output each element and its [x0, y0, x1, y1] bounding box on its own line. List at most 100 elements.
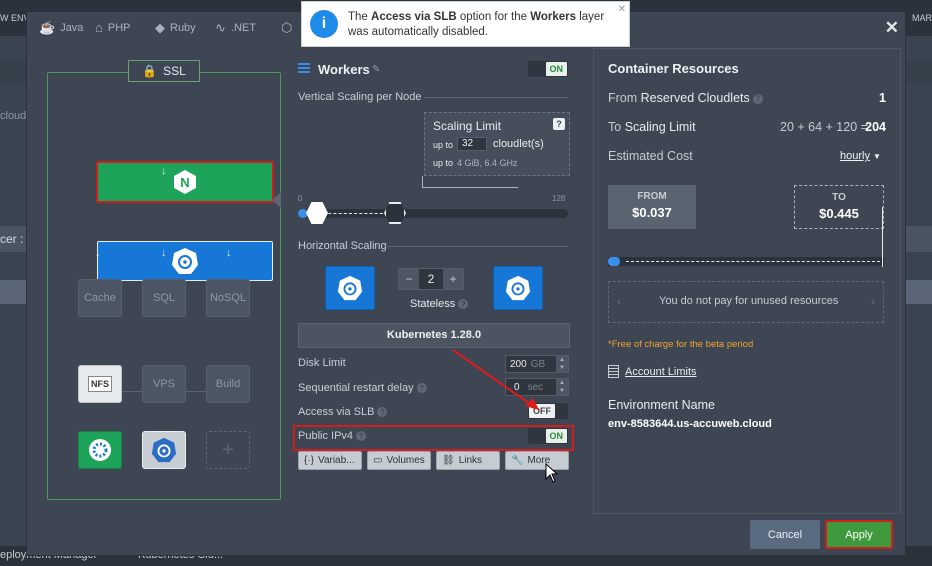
mouse-cursor-icon: [545, 463, 559, 483]
tab-ruby[interactable]: ◆ Ruby: [155, 20, 196, 36]
arrow-down-icon: ↓: [95, 247, 101, 259]
from-cost-box: FROM $0.037: [608, 185, 696, 229]
unused-resources-box: ‹ You do not pay for unused resources ›: [608, 281, 884, 323]
add-node-button[interactable]: +: [206, 431, 250, 469]
tab-nodejs[interactable]: ⬡: [281, 20, 292, 36]
tab-java[interactable]: ☕ Java: [39, 20, 83, 36]
kubernetes-workers-node[interactable]: [142, 431, 186, 469]
node-count-stepper: − 2 +: [398, 268, 464, 290]
container-resources-panel: Container Resources From Reserved Cloudl…: [593, 48, 901, 514]
to-formula: 20 + 64 + 120 =: [780, 120, 868, 134]
stepper-minus-button[interactable]: −: [399, 269, 419, 289]
scaling-limit-title: Scaling Limit: [433, 119, 502, 133]
storage-icon: [89, 439, 111, 461]
slider-dashed-range: [318, 213, 388, 214]
tab-dotnet[interactable]: ∿ .NET: [215, 20, 256, 36]
nginx-icon: N: [174, 170, 196, 194]
kubernetes-icon: [172, 248, 198, 274]
scaling-resources: 4 GiB, 6.4 GHz: [457, 158, 518, 168]
bg-cloud-label: cloud: [0, 110, 27, 122]
scaling-limit-input[interactable]: 32: [457, 137, 487, 151]
limit-slider-handle[interactable]: [384, 202, 406, 224]
kubernetes-icon: [151, 437, 177, 463]
slider-max: 128: [552, 194, 566, 203]
notification-toast: i The Access via SLB option for the Work…: [301, 1, 630, 47]
help-icon[interactable]: ?: [377, 407, 388, 418]
wrench-icon: 🔧: [511, 455, 524, 466]
worker-node-icon-right[interactable]: [493, 266, 543, 310]
slider-min: 0: [298, 194, 303, 203]
layer-toggle[interactable]: ON: [528, 61, 568, 77]
ssl-toggle[interactable]: 🔒 SSL: [128, 60, 200, 82]
bg-cer-label: cer :: [0, 232, 24, 246]
nosql-node[interactable]: NoSQL: [206, 279, 250, 317]
vps-node[interactable]: VPS: [142, 365, 186, 403]
cancel-button[interactable]: Cancel: [750, 520, 820, 549]
workers-panel: Workers ✎ ON Vertical Scaling per Node S…: [290, 48, 588, 514]
reserved-slider-handle[interactable]: [306, 202, 328, 224]
chevron-left-icon[interactable]: ‹: [617, 294, 621, 308]
arrow-down-icon: ↓: [161, 165, 167, 177]
help-icon[interactable]: ?: [458, 299, 469, 310]
kubernetes-balancer-node[interactable]: [97, 241, 273, 281]
from-value: 1: [879, 91, 886, 105]
from-row: From Reserved Cloudlets?: [608, 91, 763, 105]
more-button[interactable]: 🔧 More: [505, 451, 569, 470]
spinner-icon[interactable]: ▲ ▼: [556, 379, 568, 395]
cost-bar: [608, 257, 884, 266]
stateless-label: Stateless?: [410, 298, 469, 310]
restart-delay-label: Sequential restart delay?: [298, 382, 427, 394]
braces-icon: {·}: [304, 455, 315, 466]
to-row: To Scaling Limit: [608, 120, 696, 134]
scaling-upto-label: up to: [433, 140, 454, 150]
arrow-down-icon: ↓: [226, 247, 232, 259]
edit-icon[interactable]: ✎: [372, 64, 380, 75]
chevron-right-icon[interactable]: ›: [871, 294, 875, 308]
help-icon[interactable]: ?: [553, 118, 565, 130]
vertical-slider-track[interactable]: [298, 209, 568, 218]
scaling-limit-box: Scaling Limit ? up to 32 cloudlet(s) up …: [424, 112, 570, 176]
close-icon[interactable]: ✕: [618, 2, 626, 17]
nodejs-icon: ⬡: [281, 20, 293, 35]
account-limits-link[interactable]: Account Limits: [608, 365, 697, 378]
nginx-node[interactable]: N: [96, 161, 274, 203]
stepper-plus-button[interactable]: +: [443, 269, 463, 289]
scaling-unit-label: cloudlet(s): [493, 138, 544, 150]
layer-title: Workers: [318, 62, 370, 77]
to-value: 204: [865, 120, 886, 134]
worker-node-icon-left[interactable]: [325, 266, 375, 310]
info-icon: i: [310, 10, 338, 38]
sql-node[interactable]: SQL: [142, 279, 186, 317]
disk-limit-label: Disk Limit: [298, 357, 346, 369]
cost-bar-dashed: [626, 261, 880, 262]
cost-period-dropdown[interactable]: hourly ▼: [840, 150, 881, 162]
variables-button[interactable]: {·} Variab...: [298, 451, 362, 470]
tab-php[interactable]: ⌂ PHP: [95, 20, 130, 35]
svg-text:N: N: [180, 175, 189, 190]
spinner-icon[interactable]: ▲ ▼: [556, 356, 568, 372]
nfs-node[interactable]: NFS: [78, 365, 122, 403]
help-icon[interactable]: ?: [752, 93, 763, 104]
topology-panel: N ↓ ↓ ↓ ↓ Cache SQL NoSQL NFS VPS Build …: [47, 72, 281, 500]
to-cost-box: TO $0.445: [794, 185, 884, 229]
close-icon[interactable]: ✕: [885, 18, 899, 38]
env-name-label: Environment Name: [608, 398, 715, 412]
volumes-button[interactable]: ▭ Volumes: [367, 451, 431, 470]
node-count-input[interactable]: 2: [419, 269, 443, 289]
build-node[interactable]: Build: [206, 365, 250, 403]
bg-mar-label: MAR: [912, 13, 932, 23]
php-icon: ⌂: [95, 20, 103, 35]
arrow-down-icon: ↓: [161, 247, 167, 259]
help-icon[interactable]: ?: [416, 383, 427, 394]
topology-wizard-modal: ☕ Java ⌂ PHP ◆ Ruby ∿ .NET ⬡ ✕ N ↓ ↓ ↓ ↓ Cac…: [26, 11, 906, 556]
ipv4-label: Public IPv4?: [298, 430, 367, 442]
links-button[interactable]: ⛓ Links: [436, 451, 500, 470]
apply-button[interactable]: Apply: [825, 520, 893, 549]
help-icon[interactable]: ?: [356, 431, 367, 442]
public-ipv4-toggle[interactable]: ON: [528, 428, 568, 444]
resources-title: Container Resources: [608, 61, 739, 76]
storage-node[interactable]: [78, 431, 122, 469]
notification-text: The Access via SLB option for the Worker…: [348, 11, 605, 38]
cache-node[interactable]: Cache: [78, 279, 122, 317]
java-icon: ☕: [39, 20, 56, 35]
